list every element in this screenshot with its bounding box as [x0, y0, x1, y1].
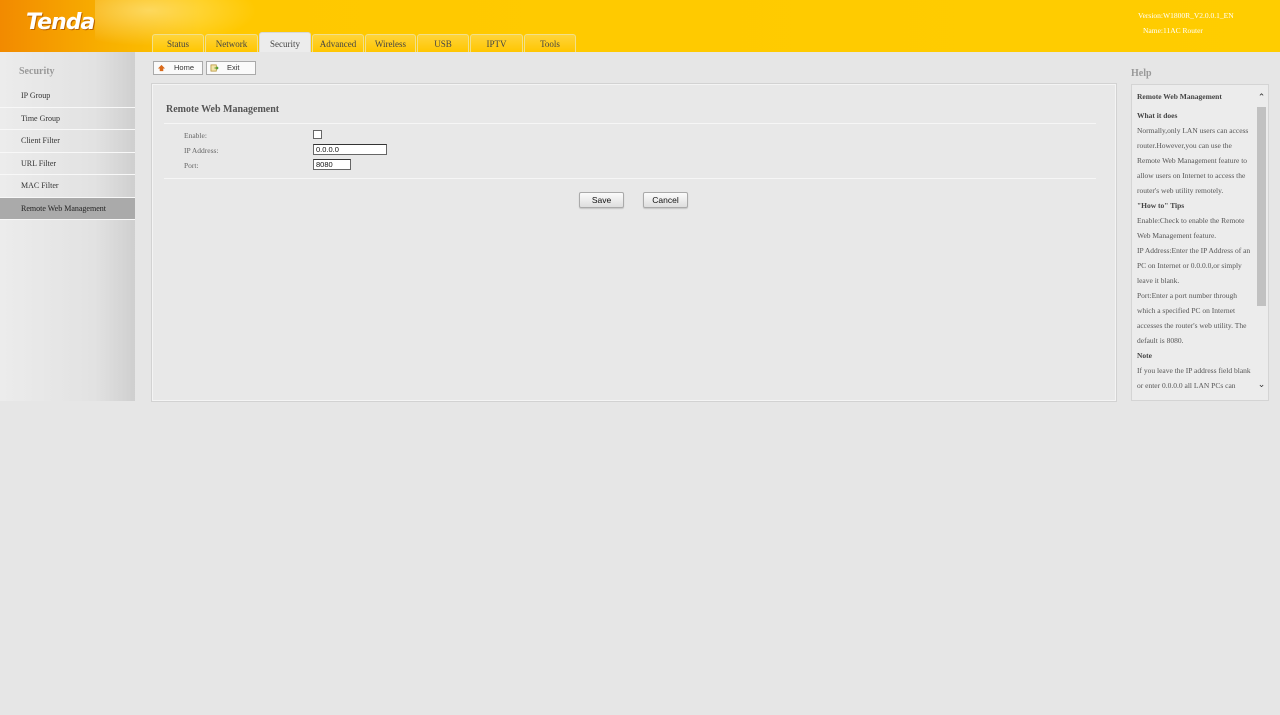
- tab-status[interactable]: Status: [152, 34, 204, 52]
- help-howto-ip: IP Address:Enter the IP Address of an PC…: [1137, 246, 1251, 285]
- tab-advanced[interactable]: Advanced: [312, 34, 364, 52]
- enable-label: Enable:: [184, 131, 207, 140]
- help-heading: Remote Web Management: [1137, 92, 1222, 101]
- sidebar-menu: IP Group Time Group Client Filter URL Fi…: [0, 85, 135, 220]
- help-note-title: Note: [1137, 351, 1152, 360]
- tab-iptv[interactable]: IPTV: [470, 34, 523, 52]
- tenda-logo: Tenda: [26, 10, 95, 35]
- help-howto-title: "How to" Tips: [1137, 201, 1185, 210]
- help-howto-enable: Enable:Check to enable the Remote Web Ma…: [1137, 216, 1245, 240]
- cancel-button[interactable]: Cancel: [643, 192, 688, 208]
- main-tabs: Status Network Security Advanced Wireles…: [152, 32, 577, 52]
- help-content: Remote Web Management What it does Norma…: [1137, 89, 1255, 393]
- firmware-version: Version:W1800R_V2.0.0.1_EN: [1138, 11, 1234, 20]
- sidebar-item-ip-group[interactable]: IP Group: [0, 85, 135, 108]
- top-header: Tenda Version:W1800R_V2.0.0.1_EN Name:11…: [0, 0, 1280, 52]
- save-button[interactable]: Save: [579, 192, 624, 208]
- help-what-text: Normally,only LAN users can access route…: [1137, 126, 1249, 195]
- scroll-up-icon[interactable]: ⌃: [1257, 94, 1266, 103]
- ip-address-input[interactable]: 0.0.0.0: [313, 144, 387, 155]
- exit-button[interactable]: Exit: [206, 61, 256, 75]
- home-icon: [157, 64, 166, 72]
- page-title: Remote Web Management: [166, 104, 280, 115]
- help-howto-port: Port:Enter a port number through which a…: [1137, 291, 1247, 345]
- scroll-thumb[interactable]: [1257, 107, 1266, 306]
- tab-tools[interactable]: Tools: [524, 34, 576, 52]
- left-sidebar: Security IP Group Time Group Client Filt…: [0, 52, 135, 401]
- tab-wireless[interactable]: Wireless: [365, 34, 416, 52]
- exit-button-label: Exit: [227, 63, 240, 72]
- tab-usb[interactable]: USB: [417, 34, 469, 52]
- help-title: Help: [1131, 68, 1152, 79]
- sidebar-item-url-filter[interactable]: URL Filter: [0, 153, 135, 175]
- help-what-title: What it does: [1137, 111, 1178, 120]
- sidebar-item-client-filter[interactable]: Client Filter: [0, 130, 135, 153]
- port-input[interactable]: 8080: [313, 159, 351, 170]
- home-button[interactable]: Home: [153, 61, 203, 75]
- sidebar-item-remote-web-management[interactable]: Remote Web Management: [0, 197, 135, 220]
- ip-address-label: IP Address:: [184, 146, 219, 155]
- main-panel: Remote Web Management Enable: IP Address…: [151, 83, 1117, 402]
- help-scrollbar[interactable]: ⌃ ⌄: [1255, 85, 1268, 400]
- port-label: Port:: [184, 161, 199, 170]
- device-name: Name:11AC Router: [1143, 26, 1203, 35]
- help-panel: Remote Web Management What it does Norma…: [1131, 84, 1269, 401]
- tab-security[interactable]: Security: [259, 32, 311, 52]
- tab-network[interactable]: Network: [205, 34, 258, 52]
- scroll-down-icon[interactable]: ⌄: [1257, 381, 1266, 390]
- sidebar-title: Security: [19, 66, 55, 77]
- sidebar-item-mac-filter[interactable]: MAC Filter: [0, 175, 135, 198]
- form-divider: [164, 178, 1096, 179]
- title-divider: [164, 123, 1096, 124]
- help-note-text: If you leave the IP address field blank …: [1137, 366, 1251, 390]
- enable-checkbox[interactable]: [313, 130, 322, 139]
- exit-icon: [210, 64, 219, 72]
- home-button-label: Home: [174, 63, 195, 72]
- sidebar-item-time-group[interactable]: Time Group: [0, 108, 135, 130]
